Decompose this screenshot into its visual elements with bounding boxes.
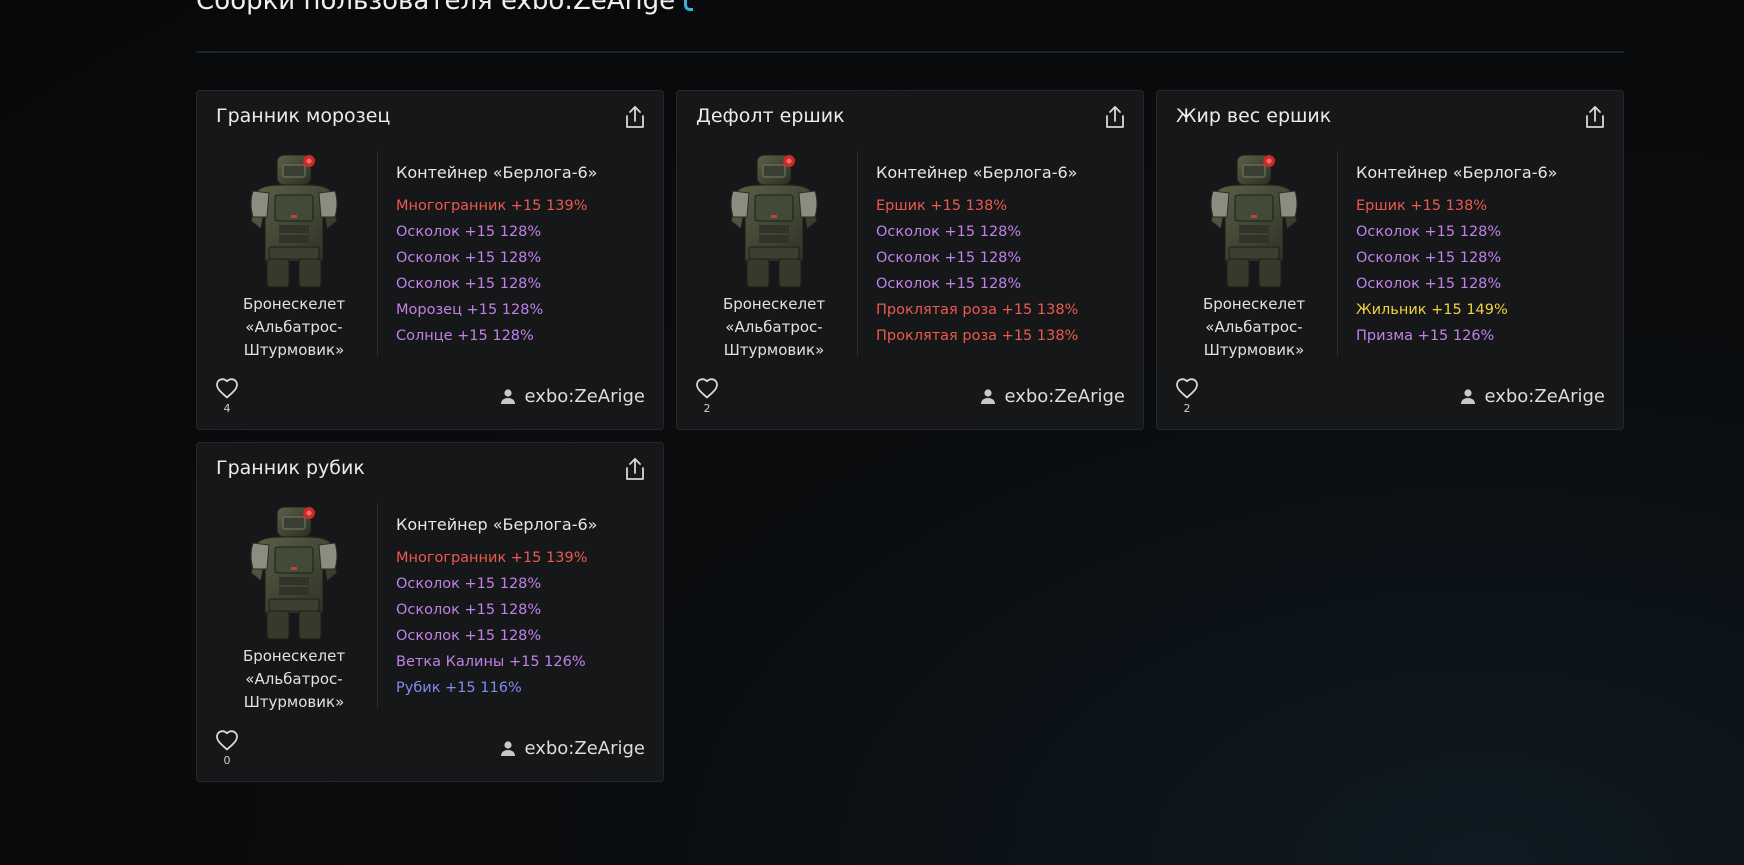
armor-image	[250, 506, 338, 640]
like-button[interactable]: 0	[215, 729, 239, 767]
like-count: 2	[1183, 402, 1191, 415]
author-name: exbo:ZeArige	[524, 738, 645, 759]
item-name: Бронескелет «Альбатрос-Штурмовик»	[242, 647, 346, 711]
title-accent-icon	[684, 0, 693, 11]
heart-icon	[696, 378, 718, 399]
author-name: exbo:ZeArige	[1484, 386, 1605, 407]
like-count: 2	[703, 402, 711, 415]
heart-icon	[1176, 378, 1198, 399]
mod-item: Осколок +15 128%	[876, 224, 1022, 240]
mod-item: Проклятая роза +15 138%	[876, 328, 1079, 344]
mod-item: Призма +15 126%	[1356, 328, 1495, 344]
mod-item: Осколок +15 128%	[396, 250, 542, 266]
like-button[interactable]: 2	[1175, 377, 1199, 415]
mod-item: Осколок +15 128%	[396, 224, 542, 240]
build-card[interactable]: Жир вес ершик Бронескелет «Альбатрос-Шту…	[1156, 90, 1624, 430]
mods-list: Контейнер «Берлога-6» Ершик +15 138% Оск…	[876, 163, 1078, 349]
container-name: Контейнер «Берлога-6»	[876, 163, 1078, 182]
mods-list: Контейнер «Берлога-6» Ершик +15 138% Оск…	[1356, 163, 1557, 349]
share-icon[interactable]	[623, 104, 647, 130]
column-divider	[377, 151, 378, 357]
mod-item: Осколок +15 128%	[1356, 276, 1502, 292]
like-count: 4	[223, 402, 231, 415]
heart-icon	[216, 378, 238, 399]
build-card[interactable]: Гранник рубик Бронескелет «Альбатрос-Шту…	[196, 442, 664, 782]
author-link[interactable]: exbo:ZeArige	[501, 738, 645, 759]
column-divider	[1337, 151, 1338, 357]
container-name: Контейнер «Берлога-6»	[1356, 163, 1558, 182]
item-column: Бронескелет «Альбатрос-Штурмовик»	[213, 151, 375, 362]
build-title: Дефолт ершик	[696, 105, 845, 127]
build-title: Жир вес ершик	[1176, 105, 1332, 127]
column-divider	[377, 503, 378, 709]
like-count: 0	[223, 754, 231, 767]
mod-item: Осколок +15 128%	[396, 576, 542, 592]
author-link[interactable]: exbo:ZeArige	[501, 386, 645, 407]
header-divider	[196, 51, 1624, 53]
like-button[interactable]: 2	[695, 377, 719, 415]
mod-item: Жильник +15 149%	[1356, 302, 1508, 318]
mods-list: Контейнер «Берлога-6» Многогранник +15 1…	[396, 515, 597, 701]
mod-item: Осколок +15 128%	[1356, 224, 1502, 240]
author-link[interactable]: exbo:ZeArige	[1461, 386, 1605, 407]
mod-item: Ветка Калины +15 126%	[396, 654, 586, 670]
mod-item: Ершик +15 138%	[1356, 198, 1488, 214]
author-link[interactable]: exbo:ZeArige	[981, 386, 1125, 407]
item-name: Бронескелет «Альбатрос-Штурмовик»	[1202, 295, 1306, 359]
share-icon[interactable]	[1583, 104, 1607, 130]
item-column: Бронескелет «Альбатрос-Штурмовик»	[213, 503, 375, 714]
mod-item: Осколок +15 128%	[876, 250, 1022, 266]
like-button[interactable]: 4	[215, 377, 239, 415]
mod-item: Осколок +15 128%	[396, 276, 542, 292]
mod-item: Осколок +15 128%	[876, 276, 1022, 292]
mod-item: Морозец +15 128%	[396, 302, 544, 318]
item-name: Бронескелет «Альбатрос-Штурмовик»	[242, 295, 346, 359]
build-card[interactable]: Гранник морозец Бронескелет «Альбатрос-Ш…	[196, 90, 664, 430]
mod-item: Многогранник +15 139%	[396, 198, 588, 214]
builds-grid: Гранник морозец Бронескелет «Альбатрос-Ш…	[196, 90, 1624, 782]
mod-item: Проклятая роза +15 138%	[876, 302, 1079, 318]
user-icon	[501, 389, 516, 404]
item-column: Бронескелет «Альбатрос-Штурмовик»	[693, 151, 855, 362]
column-divider	[857, 151, 858, 357]
container-name: Контейнер «Берлога-6»	[396, 515, 598, 534]
author-name: exbo:ZeArige	[1004, 386, 1125, 407]
build-card[interactable]: Дефолт ершик Бронескелет «Альбатрос-Штур…	[676, 90, 1144, 430]
user-icon	[501, 741, 516, 756]
user-icon	[981, 389, 996, 404]
mod-item: Осколок +15 128%	[396, 628, 542, 644]
armor-image	[1210, 154, 1298, 288]
mod-item: Рубик +15 116%	[396, 680, 522, 696]
container-name: Контейнер «Берлога-6»	[396, 163, 598, 182]
heart-icon	[216, 730, 238, 751]
user-icon	[1461, 389, 1476, 404]
item-column: Бронескелет «Альбатрос-Штурмовик»	[1173, 151, 1335, 362]
mod-item: Ершик +15 138%	[876, 198, 1008, 214]
mod-item: Многогранник +15 139%	[396, 550, 588, 566]
mods-list: Контейнер «Берлога-6» Многогранник +15 1…	[396, 163, 597, 349]
armor-image	[730, 154, 818, 288]
mod-item: Солнце +15 128%	[396, 328, 534, 344]
share-icon[interactable]	[623, 456, 647, 482]
mod-item: Осколок +15 128%	[1356, 250, 1502, 266]
page-title: Сборки пользователя exbo:ZeArige	[196, 0, 676, 16]
build-title: Гранник морозец	[216, 105, 391, 127]
author-name: exbo:ZeArige	[524, 386, 645, 407]
mod-item: Осколок +15 128%	[396, 602, 542, 618]
item-name: Бронескелет «Альбатрос-Штурмовик»	[722, 295, 826, 359]
build-title: Гранник рубик	[216, 457, 365, 479]
armor-image	[250, 154, 338, 288]
share-icon[interactable]	[1103, 104, 1127, 130]
